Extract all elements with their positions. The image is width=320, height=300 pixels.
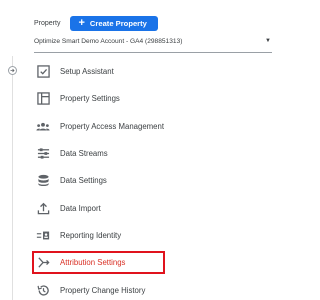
menu-item-label: Setup Assistant [60,67,114,77]
menu-item-label: Reporting Identity [60,230,122,240]
menu-item-label: Data Streams [60,149,108,159]
menu-item-data-streams[interactable]: Data Streams [26,140,276,167]
create-property-label: Create Property [89,19,147,28]
admin-property-panel: Property + Create Property Optimize Smar… [0,0,282,300]
property-label: Property [34,20,61,27]
database-icon [36,174,50,188]
menu-item-label: Property Change History [60,285,146,295]
history-icon [36,283,50,297]
menu-item-property-change-history[interactable]: Property Change History [26,276,276,300]
property-header: Property + Create Property [34,16,158,31]
menu-item-label: Property Settings [60,94,120,104]
checkbox-icon [36,65,50,79]
sidebar-divider [12,56,13,300]
arrow-right-icon [10,68,15,73]
people-icon [36,119,50,133]
attribution-icon [36,256,50,270]
menu-item-label: Property Access Management [60,121,165,131]
menu-item-label: Data Import [60,203,101,213]
streams-icon [36,147,50,161]
menu-item-label: Data Settings [60,176,107,186]
upload-icon [36,201,50,215]
plus-icon: + [78,17,85,29]
menu-item-data-import[interactable]: Data Import [26,194,276,221]
menu-item-reporting-identity[interactable]: Reporting Identity [26,222,276,249]
create-property-button[interactable]: + Create Property [70,16,158,31]
settings-panel-icon [36,92,50,106]
menu-item-attribution-settings[interactable]: Attribution Settings [26,249,276,276]
account-property-select[interactable]: Optimize Smart Demo Account - GA4 (29885… [34,38,272,53]
caret-down-icon: ▼ [265,38,271,44]
menu-item-property-settings[interactable]: Property Settings [26,85,276,112]
identity-icon [36,228,50,242]
menu-item-label: Attribution Settings [60,258,126,268]
account-select-value: Optimize Smart Demo Account - GA4 (29885… [34,38,183,45]
menu-item-setup-assistant[interactable]: Setup Assistant [26,58,276,85]
menu-item-data-settings[interactable]: Data Settings [26,167,276,194]
menu-item-property-access-management[interactable]: Property Access Management [26,113,276,140]
collapse-toggle-button[interactable] [8,66,17,75]
property-menu: Setup Assistant Property Settings Proper… [26,58,276,300]
